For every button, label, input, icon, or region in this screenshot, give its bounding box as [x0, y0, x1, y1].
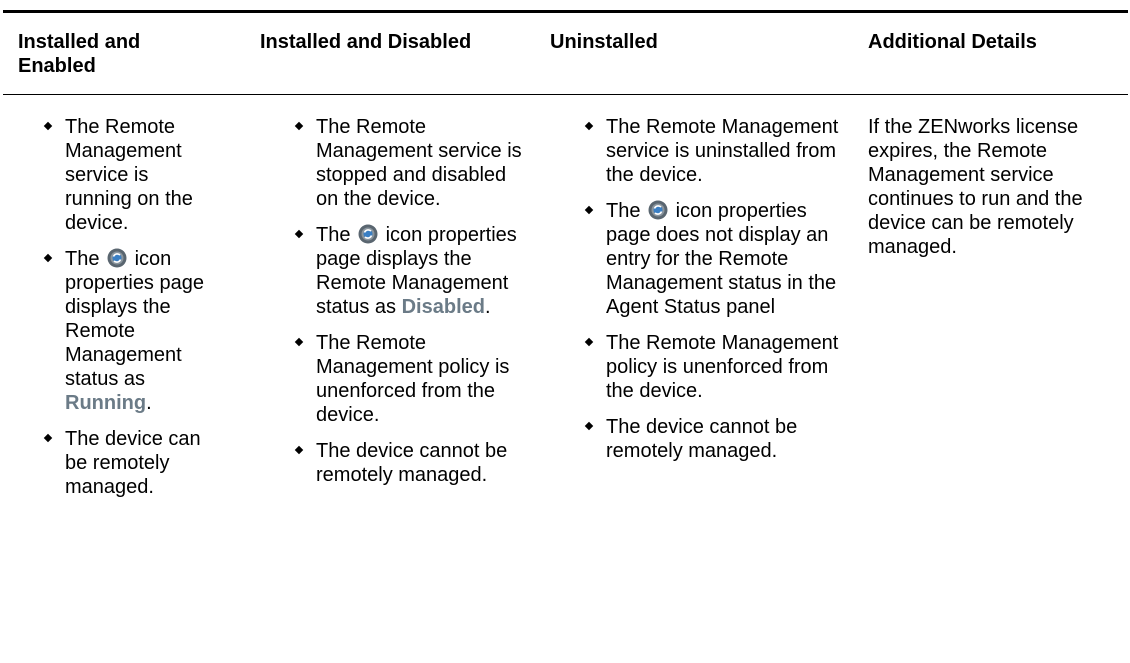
- list-item: The Remote Management service is stopped…: [316, 115, 531, 211]
- bullet-list: The Remote Management service is running…: [65, 115, 215, 499]
- header-additional-details: Additional Details: [868, 31, 1037, 53]
- punctuation: .: [484, 296, 491, 318]
- list-item-text: The Remote Management service is uninsta…: [606, 116, 839, 186]
- bullet-list: The Remote Management service is uninsta…: [606, 115, 851, 463]
- column-installed-enabled: The Remote Management service is running…: [65, 115, 215, 511]
- list-item: The icon properties page displays the Re…: [65, 247, 215, 415]
- list-item-text: The Remote Management policy is unenforc…: [606, 332, 839, 402]
- list-item: The icon properties page does not displa…: [606, 199, 851, 319]
- header-uninstalled: Uninstalled: [550, 31, 658, 53]
- list-item-text: icon properties page does not display an…: [606, 200, 837, 318]
- list-item-text: The: [606, 200, 641, 222]
- header-installed-disabled: Installed and Disabled: [260, 31, 472, 53]
- list-item-text: The device can be remotely managed.: [65, 428, 201, 498]
- list-item-text: The Remote Management service is running…: [65, 116, 193, 234]
- list-item: The device can be remotely managed.: [65, 427, 215, 499]
- list-item-text: The Remote Management policy is unenforc…: [316, 332, 510, 426]
- column-uninstalled: The Remote Management service is uninsta…: [606, 115, 851, 475]
- zenworks-icon: [358, 224, 378, 244]
- bullet-list: The Remote Management service is stopped…: [316, 115, 531, 487]
- punctuation: .: [146, 392, 152, 414]
- status-disabled: Disabled: [401, 296, 485, 318]
- list-item: The icon properties page displays the Re…: [316, 223, 531, 319]
- table-header-rule: [3, 94, 1128, 95]
- column-installed-disabled: The Remote Management service is stopped…: [316, 115, 531, 499]
- zenworks-icon: [648, 200, 668, 220]
- list-item: The Remote Management policy is unenforc…: [606, 331, 851, 403]
- list-item: The device cannot be remotely managed.: [606, 415, 851, 463]
- list-item: The device cannot be remotely managed.: [316, 439, 531, 487]
- header-installed-enabled: Installed and Enabled: [18, 31, 141, 77]
- additional-details-text: If the ZENworks license expires, the Rem…: [868, 116, 1083, 258]
- column-additional-details: If the ZENworks license expires, the Rem…: [868, 115, 1123, 259]
- list-item-text: The device cannot be remotely managed.: [316, 440, 508, 486]
- list-item: The Remote Management policy is unenforc…: [316, 331, 531, 427]
- list-item: The Remote Management service is uninsta…: [606, 115, 851, 187]
- list-item-text: The device cannot be remotely managed.: [606, 416, 798, 462]
- list-item-text: The Remote Management service is stopped…: [316, 116, 522, 210]
- list-item-text: The: [65, 248, 100, 270]
- list-item-text: The: [316, 224, 351, 246]
- table-top-rule: [3, 10, 1128, 13]
- zenworks-icon: [107, 248, 127, 268]
- status-running: Running: [65, 392, 147, 414]
- list-item: The Remote Management service is running…: [65, 115, 215, 235]
